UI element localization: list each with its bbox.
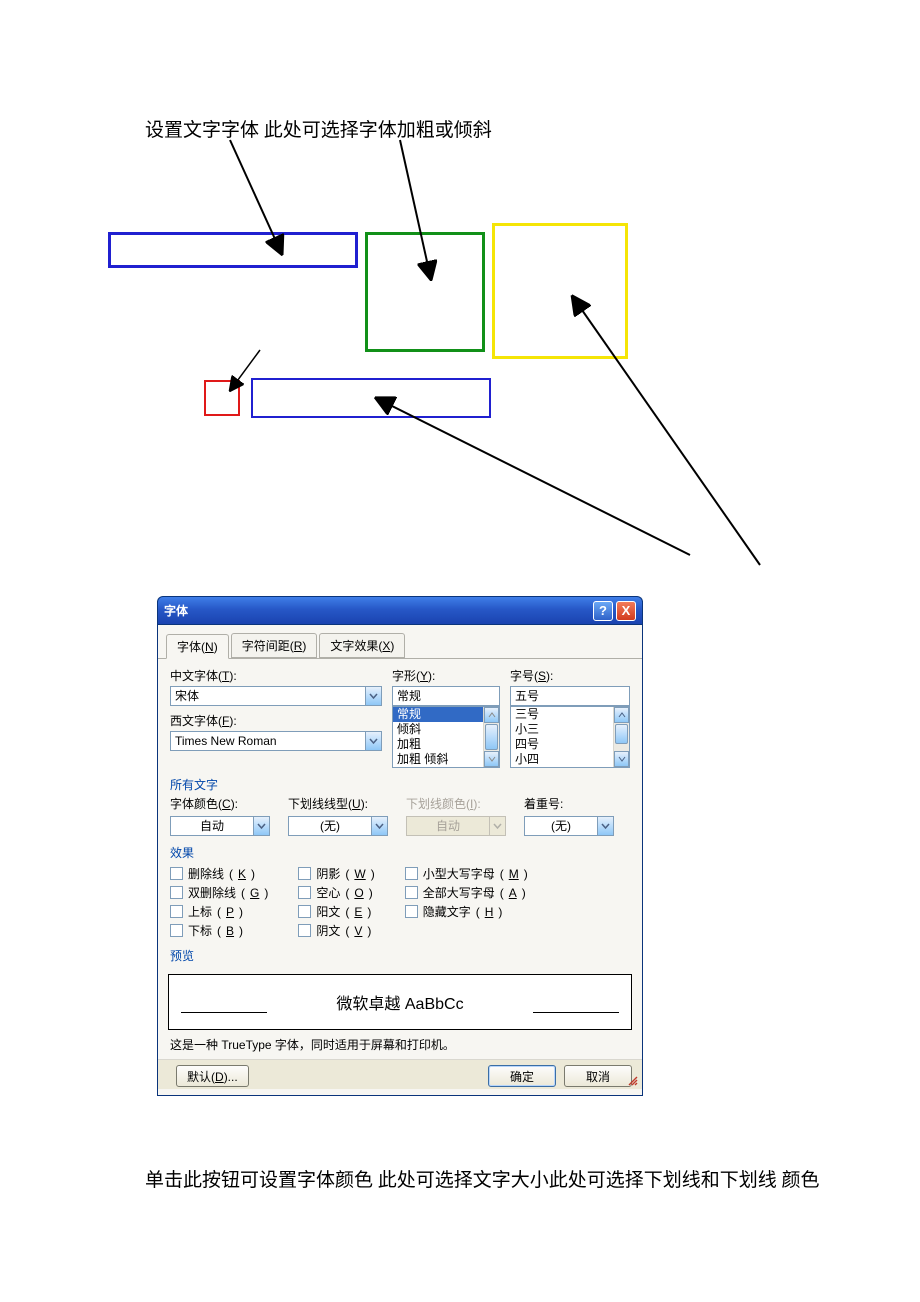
list-item[interactable]: 小三 bbox=[511, 722, 629, 737]
underline-style-dropdown[interactable]: (无) bbox=[288, 816, 388, 836]
scrollbar[interactable] bbox=[613, 707, 629, 767]
list-item[interactable]: 三号 bbox=[511, 707, 629, 722]
preview-section: 预览 bbox=[170, 947, 630, 964]
chevron-down-icon[interactable] bbox=[597, 816, 614, 836]
list-item[interactable]: 四号 bbox=[511, 737, 629, 752]
checkbox-outline[interactable]: 空心(O) bbox=[298, 884, 374, 901]
effects-section: 效果 bbox=[170, 844, 630, 861]
truetype-note: 这是一种 TrueType 字体，同时适用于屏幕和打印机。 bbox=[170, 1036, 630, 1053]
all-text-section: 所有文字 bbox=[170, 776, 630, 793]
chevron-down-icon bbox=[489, 816, 506, 836]
checkbox-shadow[interactable]: 阴影(W) bbox=[298, 865, 374, 882]
resize-grip-icon[interactable] bbox=[627, 1075, 639, 1087]
ok-button[interactable]: 确定 bbox=[488, 1065, 556, 1087]
chevron-down-icon[interactable] bbox=[365, 731, 382, 751]
en-font-label: 西文字体(F): bbox=[170, 712, 382, 729]
emphasis-label: 着重号: bbox=[524, 795, 614, 812]
button-bar: 默认(D)... 确定 取消 bbox=[158, 1059, 642, 1089]
checkbox-double-strike[interactable]: 双删除线(G) bbox=[170, 884, 268, 901]
checkbox-superscript[interactable]: 上标(P) bbox=[170, 903, 268, 920]
default-button[interactable]: 默认(D)... bbox=[176, 1065, 249, 1087]
dialog-title: 字体 bbox=[164, 602, 188, 619]
size-label: 字号(S): bbox=[510, 667, 630, 684]
preview-box: 微软卓越 AaBbCc bbox=[168, 974, 632, 1030]
tab-text-effects[interactable]: 文字效果(X) bbox=[319, 633, 405, 658]
bottom-caption: 单击此按钮可设置字体颜色 此处可选择文字大小此处可选择下划线和下划线 颜色 bbox=[145, 1165, 820, 1192]
checkbox-hidden[interactable]: 隐藏文字(H) bbox=[405, 903, 528, 920]
emphasis-dropdown[interactable]: (无) bbox=[524, 816, 614, 836]
underline-color-dropdown: 自动 bbox=[406, 816, 506, 836]
chevron-down-icon[interactable] bbox=[253, 816, 270, 836]
list-item[interactable]: 五号 bbox=[511, 767, 629, 768]
cancel-button[interactable]: 取消 bbox=[564, 1065, 632, 1087]
checkbox-strikethrough[interactable]: 删除线(K) bbox=[170, 865, 268, 882]
checkbox-small-caps[interactable]: 小型大写字母(M) bbox=[405, 865, 528, 882]
chevron-down-icon[interactable] bbox=[371, 816, 388, 836]
checkbox-subscript[interactable]: 下标(B) bbox=[170, 922, 268, 939]
chevron-down-icon[interactable] bbox=[365, 686, 382, 706]
style-label: 字形(Y): bbox=[392, 667, 500, 684]
checkbox-engrave[interactable]: 阴文(V) bbox=[298, 922, 374, 939]
list-item[interactable]: 小四 bbox=[511, 752, 629, 767]
arrow-1 bbox=[0, 0, 920, 600]
font-color-label: 字体颜色(C): bbox=[170, 795, 270, 812]
checkbox-emboss[interactable]: 阳文(E) bbox=[298, 903, 374, 920]
tab-strip: 字体(N) 字符间距(R) 文字效果(X) bbox=[158, 625, 642, 659]
cn-font-label: 中文字体(T): bbox=[170, 667, 382, 684]
checkbox-all-caps[interactable]: 全部大写字母(A) bbox=[405, 884, 528, 901]
font-dialog: 字体 ? X 字体(N) 字符间距(R) 文字效果(X) bbox=[157, 596, 643, 1096]
size-listbox[interactable]: 三号 小三 四号 小四 五号 bbox=[510, 706, 630, 768]
style-value[interactable]: 常规 bbox=[392, 686, 500, 706]
close-button[interactable]: X bbox=[616, 601, 636, 621]
font-color-dropdown[interactable]: 自动 bbox=[170, 816, 270, 836]
dialog-titlebar[interactable]: 字体 ? X bbox=[157, 596, 643, 624]
size-value[interactable]: 五号 bbox=[510, 686, 630, 706]
help-button[interactable]: ? bbox=[593, 601, 613, 621]
en-font-combo[interactable]: Times New Roman bbox=[170, 731, 382, 751]
underline-style-label: 下划线线型(U): bbox=[288, 795, 388, 812]
style-listbox[interactable]: 常规 倾斜 加粗 加粗 倾斜 bbox=[392, 706, 500, 768]
tab-spacing[interactable]: 字符间距(R) bbox=[231, 633, 318, 658]
underline-color-label: 下划线颜色(I): bbox=[406, 795, 506, 812]
cn-font-combo[interactable]: 宋体 bbox=[170, 686, 382, 706]
tab-font[interactable]: 字体(N) bbox=[166, 634, 229, 659]
preview-text: 微软卓越 AaBbCc bbox=[336, 990, 463, 1014]
scrollbar[interactable] bbox=[483, 707, 499, 767]
